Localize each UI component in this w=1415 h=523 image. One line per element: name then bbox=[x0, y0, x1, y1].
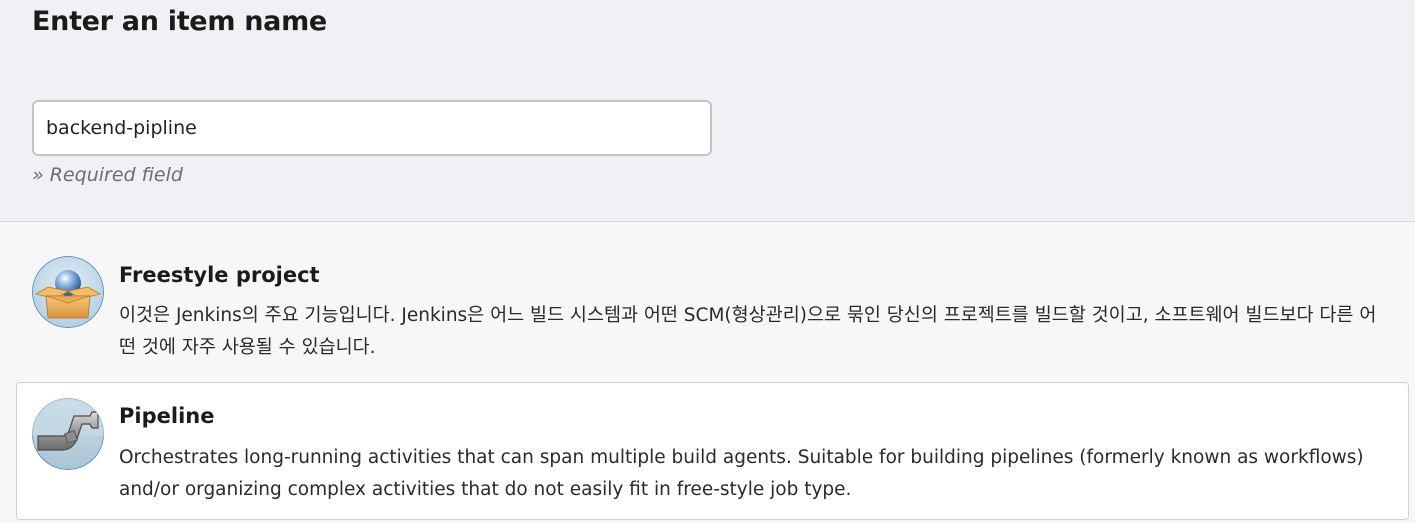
freestyle-project-icon bbox=[32, 256, 104, 328]
item-type-description: Orchestrates long-running activities tha… bbox=[119, 447, 1364, 500]
required-field-hint: » Required field bbox=[32, 164, 183, 186]
page-title: Enter an item name bbox=[32, 6, 327, 37]
item-type-title: Freestyle project bbox=[119, 263, 320, 287]
item-name-panel: Enter an item name » Required field bbox=[0, 0, 1415, 222]
item-name-input[interactable] bbox=[32, 100, 712, 156]
item-type-title: Pipeline bbox=[119, 404, 215, 428]
pipeline-icon bbox=[32, 398, 104, 470]
item-type-description: 이것은 Jenkins의 주요 기능입니다. Jenkins은 어느 빌드 시스… bbox=[119, 305, 1377, 358]
item-type-pipeline[interactable]: Pipeline Orchestrates long-running activ… bbox=[16, 382, 1409, 520]
item-type-freestyle-project[interactable]: Freestyle project 이것은 Jenkins의 주요 기능입니다.… bbox=[16, 240, 1409, 376]
